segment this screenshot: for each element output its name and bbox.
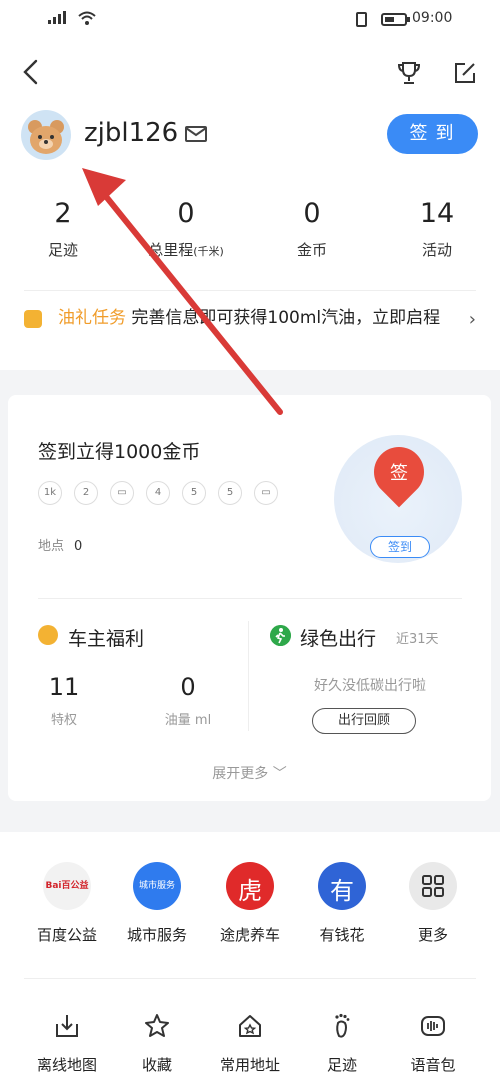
stat-footprint[interactable]: 2 足迹 (8, 198, 118, 260)
day-6: 5 (218, 481, 242, 505)
battery-icon (381, 13, 410, 26)
welfare-title[interactable]: 车主福利 (68, 624, 144, 651)
day-5: 5 (182, 481, 206, 505)
gift-icon (24, 310, 42, 328)
day-2: 2 (74, 481, 98, 505)
voice-pack-icon (421, 1016, 445, 1036)
place-count: 地点 0 (38, 539, 83, 554)
checkin-button[interactable]: 签到 (387, 114, 478, 154)
chevron-right-icon: › (468, 309, 476, 330)
map-checkin-button[interactable]: 签到 (370, 536, 430, 558)
tool-offline-map[interactable]: 离线地图 (22, 1012, 112, 1075)
baidu-charity-icon: Bai百公益 (43, 862, 91, 910)
tool-common-address[interactable]: 常用地址 (205, 1012, 295, 1075)
bear-avatar-icon (28, 120, 64, 154)
service-tuhu[interactable]: 虎 途虎养车 (205, 862, 295, 945)
stat-activities[interactable]: 14 活动 (382, 198, 492, 260)
pin-label: 签 (390, 463, 408, 484)
green-travel-desc: 好久没低碳出行啦 (314, 678, 426, 694)
tool-footprint[interactable]: 足迹 (297, 1012, 387, 1075)
star-icon (145, 1014, 169, 1037)
download-map-icon (56, 1015, 78, 1037)
oil-gift-task[interactable]: 油礼任务 完善信息即可获得100ml汽油，立即启程 › (24, 305, 476, 332)
divider (24, 978, 476, 979)
divider (24, 290, 476, 291)
walking-icon (270, 625, 291, 646)
stat-mileage[interactable]: 0 总里程(千米) (131, 198, 241, 260)
mail-icon[interactable] (184, 124, 208, 144)
trophy-icon[interactable] (396, 60, 422, 86)
service-baidu-charity[interactable]: Bai百公益 百度公益 (22, 862, 112, 945)
status-bar: 09:00 (0, 0, 500, 40)
service-city[interactable]: 城市服务 城市服务 (112, 862, 202, 945)
more-grid-icon (409, 862, 457, 910)
home-star-icon (239, 1015, 261, 1037)
task-text: 完善信息即可获得100ml汽油，立即启程 (131, 308, 441, 328)
green-travel-subtitle: 近31天 (396, 632, 439, 647)
checkin-card: 签到立得1000金币 1k 2 ▭ 4 5 5 ▭ 地点 0 签 签到 车主福利 … (8, 395, 491, 801)
back-icon[interactable] (18, 58, 44, 86)
welfare-oil[interactable]: 0 油量 ml (138, 673, 238, 728)
tool-voice-pack[interactable]: 语音包 (388, 1012, 478, 1075)
day-1: 1k (38, 481, 62, 505)
divider (38, 598, 462, 599)
clock: 09:00 (412, 10, 453, 26)
avatar[interactable] (21, 110, 71, 160)
task-name: 油礼任务 (58, 308, 126, 328)
expand-more[interactable]: 展开更多 ﹀ (8, 763, 491, 783)
service-more[interactable]: 更多 (388, 862, 478, 945)
service-youqianhua[interactable]: 有 有钱花 (297, 862, 387, 945)
tuhu-icon: 虎 (226, 862, 274, 910)
edit-icon[interactable] (452, 60, 478, 86)
checkin-title: 签到立得1000金币 (38, 441, 201, 463)
day-4: 4 (146, 481, 170, 505)
chevron-down-icon: ﹀ (272, 766, 287, 782)
welfare-icon (38, 625, 58, 645)
youqianhua-icon: 有 (318, 862, 366, 910)
tool-favorites[interactable]: 收藏 (112, 1012, 202, 1075)
signal-icon (48, 11, 66, 24)
vibrate-icon (356, 12, 367, 27)
footprint-icon (335, 1013, 350, 1038)
services-panel: Bai百公益 百度公益 城市服务 城市服务 虎 途虎养车 有 有钱花 更多 离线… (0, 832, 500, 1083)
city-service-icon: 城市服务 (133, 862, 181, 910)
travel-review-button[interactable]: 出行回顾 (312, 708, 416, 734)
welfare-privilege[interactable]: 11 特权 (14, 673, 114, 728)
stat-coins[interactable]: 0 金币 (257, 198, 367, 260)
wifi-icon (78, 11, 96, 25)
day-7-ticket-icon: ▭ (254, 481, 278, 505)
day-3-ticket-icon: ▭ (110, 481, 134, 505)
checkin-days: 1k 2 ▭ 4 5 5 ▭ (38, 481, 278, 505)
green-travel-title[interactable]: 绿色出行 (300, 624, 376, 651)
username: zjbl126 (84, 118, 179, 148)
